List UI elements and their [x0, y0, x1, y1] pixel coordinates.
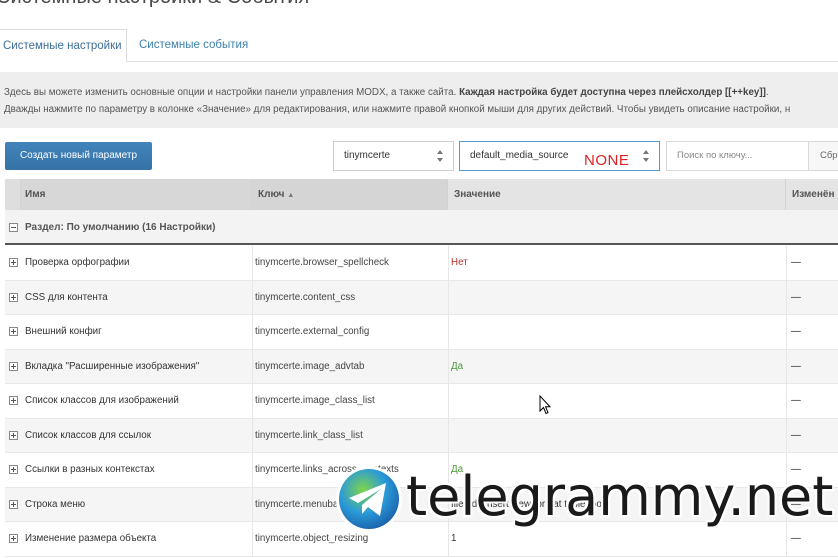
column-divider [252, 246, 253, 280]
column-divider [252, 453, 253, 487]
setting-name: Проверка орфографии [25, 257, 130, 268]
column-divider [786, 349, 787, 383]
setting-value[interactable]: Нет [451, 246, 468, 280]
create-parameter-button[interactable]: Создать новый параметр [5, 142, 152, 170]
column-divider [448, 280, 449, 314]
setting-edited: — [791, 395, 801, 406]
column-divider [252, 418, 253, 452]
table-row[interactable]: Внешний конфиг tinymcerte.external_config… [5, 315, 838, 350]
setting-key: tinymcerte.content_css [255, 291, 356, 303]
mouse-pointer-icon [539, 395, 551, 415]
description-panel: Здесь вы можете изменить основные опции … [0, 72, 838, 128]
tab-system-settings[interactable]: Системные настройки [0, 29, 127, 62]
column-header-value-label: Значение [454, 189, 501, 200]
column-divider [252, 315, 253, 349]
description-line-1: Здесь вы можете изменить основные опции … [4, 84, 838, 101]
setting-key: tinymcerte.external_config [255, 326, 370, 337]
column-header-edited[interactable]: Изменён [786, 179, 838, 210]
group-row-default[interactable]: Раздел: По умолчанию (16 Настройки) [5, 210, 838, 245]
namespace-select[interactable]: tinymcerte [333, 141, 454, 171]
setting-edited: — [791, 360, 801, 372]
setting-key: tinymcerte.image_advtab [255, 360, 365, 372]
setting-name: Внешний конфиг [25, 326, 102, 337]
column-divider [448, 384, 449, 418]
column-divider [252, 280, 253, 314]
column-divider [786, 315, 787, 349]
expand-row-icon[interactable] [9, 327, 18, 336]
telegram-logo-icon [336, 466, 402, 532]
setting-name: CSS для контента [25, 291, 108, 303]
expand-row-icon[interactable] [9, 499, 18, 509]
setting-name: Ссылки в разных контекстах [25, 464, 155, 475]
setting-name: Список классов для изображений [25, 395, 179, 406]
expand-row-icon[interactable] [9, 396, 18, 405]
area-select-value: default_media_source [470, 150, 569, 161]
table-row[interactable]: Вкладка "Расширенные изображения" tinymce… [5, 349, 838, 384]
setting-edited: — [791, 291, 801, 303]
table-row[interactable]: Список классов для ссылок tinymcerte.link… [5, 418, 838, 453]
column-header-name-label: Имя [25, 189, 46, 200]
table-row[interactable]: Проверка орфографии tinymcerte.browser_sp… [5, 246, 838, 281]
select-arrows-icon [643, 150, 650, 162]
expand-row-icon[interactable] [9, 430, 18, 440]
table-row[interactable]: Список классов для изображений tinymcerte… [5, 384, 838, 419]
setting-key: tinymcerte.browser_spellcheck [255, 257, 389, 268]
setting-name: Вкладка "Расширенные изображения" [25, 360, 200, 372]
column-divider [252, 487, 253, 521]
column-divider [786, 280, 787, 314]
setting-name: Изменение размера объекта [25, 533, 157, 544]
expand-row-icon[interactable] [9, 361, 18, 371]
reset-filter-button[interactable]: Сбр [809, 141, 838, 171]
column-divider [786, 384, 787, 418]
setting-name: Список классов для ссылок [25, 429, 152, 441]
column-divider [448, 349, 449, 383]
description-placeholder-note: Каждая настройка будет доступна через пл… [459, 87, 766, 98]
grid-header: Имя Ключ ▲ Значение Изменён [5, 179, 838, 210]
group-label: Раздел: По умолчанию (16 Настройки) [25, 222, 216, 233]
column-divider [252, 349, 253, 383]
expand-row-icon[interactable] [9, 258, 18, 267]
collapse-icon[interactable] [9, 223, 18, 232]
column-header-key-label: Ключ [258, 189, 285, 200]
tab-bar: Системные настройки Системные события [0, 29, 838, 62]
setting-key: tinymcerte.link_class_list [255, 429, 363, 441]
watermark-text: telegrammy.net [406, 465, 834, 528]
setting-key: tinymcerte.image_class_list [255, 395, 375, 406]
setting-name: Строка меню [25, 498, 86, 510]
area-select[interactable]: default_media_source [459, 141, 660, 171]
setting-edited: — [791, 429, 801, 441]
expand-row-icon[interactable] [9, 465, 18, 474]
namespace-select-value: tinymcerte [344, 150, 391, 161]
column-divider [786, 418, 787, 452]
system-settings-page: Системные настройки & События Системные … [0, 0, 838, 558]
column-header-key[interactable]: Ключ ▲ [252, 179, 448, 210]
table-row[interactable]: CSS для контента tinymcerte.content_css — [5, 280, 838, 315]
tab-divider [127, 61, 838, 62]
overlay-note: NONE [584, 152, 630, 169]
page-title: Системные настройки & События [0, 0, 309, 12]
column-divider [252, 522, 253, 556]
column-header-value[interactable]: Значение [448, 179, 786, 210]
description-line-2: Дважды нажмите по параметру в колонке «З… [4, 104, 791, 115]
sort-ascending-icon: ▲ [287, 192, 295, 199]
column-divider [448, 418, 449, 452]
select-arrows-icon [437, 150, 444, 162]
column-divider [252, 384, 253, 418]
column-header-name[interactable]: Имя [21, 179, 252, 210]
setting-key: tinymcerte.menubar [255, 498, 342, 510]
column-divider [786, 246, 787, 280]
column-header-edited-label: Изменён [792, 189, 835, 200]
expand-row-icon[interactable] [9, 534, 18, 543]
tab-system-events[interactable]: Системные события [129, 29, 258, 62]
expand-row-icon[interactable] [9, 292, 18, 302]
setting-edited: — [791, 257, 801, 268]
setting-value[interactable]: Да [451, 350, 463, 384]
expander-column-header [5, 179, 21, 210]
description-period: . [765, 87, 769, 98]
setting-edited: — [791, 326, 801, 337]
column-divider [448, 246, 449, 280]
column-divider [448, 315, 449, 349]
search-by-key-input[interactable]: Поиск по ключу... [666, 141, 809, 171]
description-text: Здесь вы можете изменить основные опции … [4, 87, 460, 98]
